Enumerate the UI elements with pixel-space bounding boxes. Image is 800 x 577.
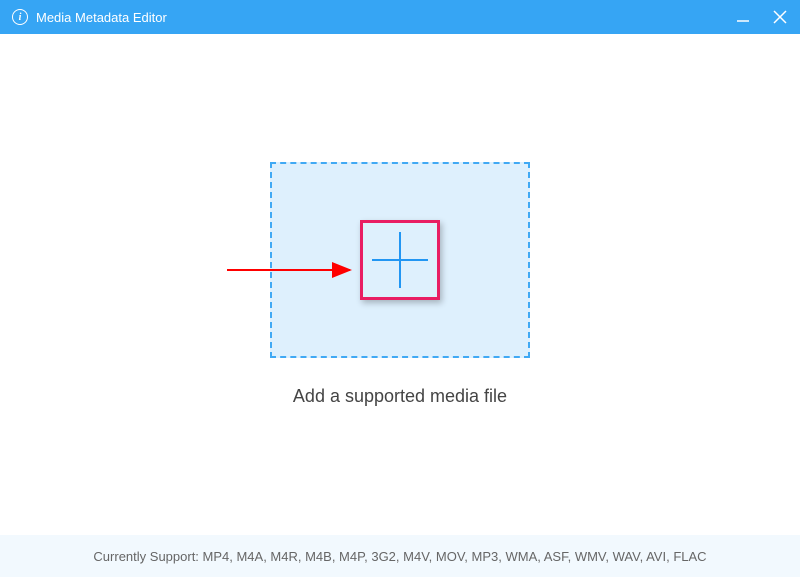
titlebar-left: i Media Metadata Editor <box>12 9 736 25</box>
plus-icon <box>370 230 430 290</box>
close-button[interactable] <box>772 9 788 25</box>
window-controls <box>736 9 788 25</box>
minimize-icon <box>736 10 750 24</box>
info-icon: i <box>12 9 28 25</box>
titlebar: i Media Metadata Editor <box>0 0 800 34</box>
minimize-button[interactable] <box>736 10 750 24</box>
window-title: Media Metadata Editor <box>36 10 167 25</box>
file-dropzone[interactable] <box>270 162 530 358</box>
footer: Currently Support: MP4, M4A, M4R, M4B, M… <box>0 535 800 577</box>
instruction-text: Add a supported media file <box>293 386 507 407</box>
supported-formats-text: Currently Support: MP4, M4A, M4R, M4B, M… <box>93 549 706 564</box>
close-icon <box>772 9 788 25</box>
main-content: Add a supported media file <box>0 34 800 535</box>
annotation-highlight-box <box>360 220 440 300</box>
